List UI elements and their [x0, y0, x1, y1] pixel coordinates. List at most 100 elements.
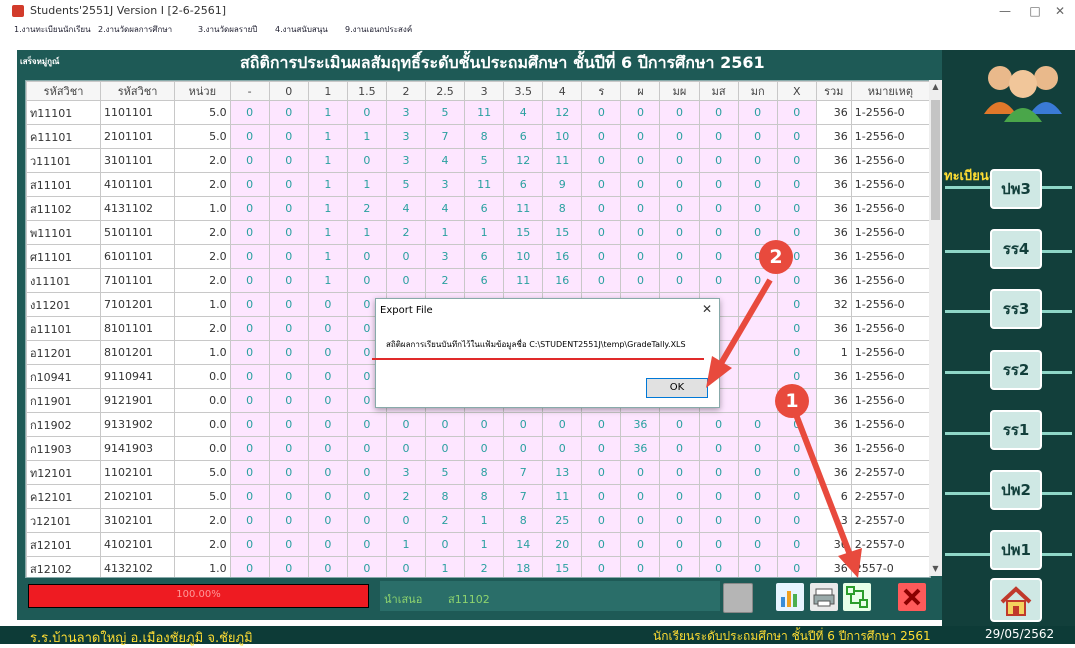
table-cell: ก11903 [26, 436, 102, 461]
table-cell: 0 [620, 196, 661, 221]
table-cell: 0 [737, 436, 778, 461]
footer-info: นักเรียนระดับประถมศึกษา ชั้นปีที่ 6 ปีกา… [653, 629, 931, 643]
table-row[interactable]: ส12102 4132102 1.0 0 0 0 0 0 1 2 18 15 0 0 0 0 0 0 36 2557-… [26, 556, 930, 577]
table-cell: 2.0 [174, 268, 231, 293]
chart-button[interactable] [776, 583, 804, 611]
table-cell: 12 [542, 100, 583, 125]
table-cell: 0 [346, 532, 387, 557]
table-cell: 0 [620, 556, 661, 577]
table-cell: 0 [229, 100, 270, 125]
sidebar-button-pp2[interactable]: ปพ2 [990, 470, 1042, 510]
table-cell: 0 [385, 244, 427, 269]
home-button[interactable] [990, 578, 1042, 622]
table-cell: 15 [542, 220, 583, 245]
table-cell: 1-2556-0 [850, 340, 930, 365]
table-cell: 13 [542, 460, 583, 485]
dialog-close-button[interactable]: ✕ [699, 301, 715, 317]
table-row[interactable]: ค11101 2101101 5.0 0 0 1 1 3 7 8 6 10 0 0 0 0 0 0 36 1-2556… [26, 124, 930, 149]
scroll-up-icon[interactable]: ▲ [929, 82, 942, 91]
table-cell: 7101101 [100, 268, 176, 293]
table-cell: 1-2556-0 [850, 436, 930, 461]
table-cell: 0 [268, 532, 309, 557]
print-button[interactable] [810, 583, 838, 611]
close-button[interactable] [898, 583, 926, 611]
table-cell: 36 [815, 148, 852, 173]
table-cell: พ11101 [26, 220, 102, 245]
table-cell: 0 [737, 460, 778, 485]
table-cell: 2 [425, 268, 466, 293]
vertical-scrollbar[interactable]: ▲ ▼ [929, 80, 942, 576]
scroll-down-icon[interactable]: ▼ [929, 564, 942, 573]
table-cell: 7 [503, 460, 544, 485]
table-cell: 6 [503, 172, 544, 197]
menu-support[interactable]: 4.งานสนับสนุน [275, 23, 328, 36]
table-cell: 0 [229, 196, 270, 221]
table-cell: 0 [698, 148, 739, 173]
table-cell: 1-2556-0 [850, 124, 930, 149]
table-cell: 0 [620, 484, 661, 509]
table-cell: 11 [503, 196, 544, 221]
table-cell: 2 [464, 556, 505, 577]
table-cell: 5 [425, 460, 466, 485]
table-row[interactable]: ค12101 2102101 5.0 0 0 0 0 2 8 8 7 11 0 0 0 0 0 0 6 2-2557-… [26, 484, 930, 509]
dialog-ok-button[interactable]: OK [646, 378, 708, 398]
table-cell: 0 [307, 316, 348, 341]
column-header: 3 [464, 81, 505, 101]
table-cell: 0 [229, 460, 270, 485]
table-cell: 20 [542, 532, 583, 557]
table-cell: 1 [464, 532, 505, 557]
table-row[interactable]: ศ11101 6101101 2.0 0 0 1 0 0 3 6 10 16 0 0 0 0 0 0 36 1-255… [26, 244, 930, 269]
table-cell: 0 [229, 172, 270, 197]
table-cell: 9 [542, 172, 583, 197]
column-header: 4 [542, 81, 583, 101]
table-row[interactable]: ง11101 7101101 2.0 0 0 1 0 0 2 6 11 16 0 0 0 0 0 0 36 1-255… [26, 268, 930, 293]
table-cell: 0 [659, 412, 700, 437]
menu-assessment[interactable]: 2.งานวัดผลการศึกษา [98, 23, 172, 36]
scroll-thumb[interactable] [931, 100, 940, 220]
table-row[interactable]: ว11101 3101101 2.0 0 0 1 0 3 4 5 12 11 0 0 0 0 0 0 36 1-255… [26, 148, 930, 173]
close-window-button[interactable]: ✕ [1045, 2, 1075, 20]
table-cell: 0 [268, 388, 309, 413]
sidebar-button-rr4[interactable]: รร4 [990, 229, 1042, 269]
table-row[interactable]: ว12101 3102101 2.0 0 0 0 0 0 2 1 8 25 0 0 0 0 0 0 3 2-2557-… [26, 508, 930, 533]
menu-yearly[interactable]: 3.งานวัดผลรายปี [198, 23, 257, 36]
export-button[interactable] [843, 583, 871, 611]
minimize-button[interactable]: — [990, 2, 1020, 20]
table-cell: 7101201 [100, 292, 176, 317]
table-cell: 1 [464, 508, 505, 533]
table-cell: ก11901 [26, 388, 102, 413]
table-row[interactable]: ส11102 4131102 1.0 0 0 1 2 4 4 6 11 8 0 0 0 0 0 0 36 1-2556… [26, 196, 930, 221]
table-cell: 0 [542, 412, 583, 437]
table-cell: 5.0 [174, 100, 231, 125]
column-header: 1 [307, 81, 348, 101]
sidebar-button-rr1[interactable]: รร1 [990, 410, 1042, 450]
table-row[interactable]: ส11101 4101101 2.0 0 0 1 1 5 3 11 6 9 0 0 0 0 0 0 36 1-2556… [26, 172, 930, 197]
table-cell: 0 [659, 148, 700, 173]
sidebar-button-rr3[interactable]: รร3 [990, 289, 1042, 329]
presenter-panel [380, 581, 720, 611]
sidebar-button-pp1[interactable]: ปพ1 [990, 530, 1042, 570]
sidebar-button-pp3[interactable]: ปพ3 [990, 169, 1042, 209]
table-cell: 1.0 [174, 292, 231, 317]
table-cell: 0 [229, 292, 270, 317]
table-cell: 0 [581, 532, 622, 557]
blank-button[interactable] [723, 583, 753, 613]
table-row[interactable]: ก11903 9141903 0.0 0 0 0 0 0 0 0 0 0 0 36 0 0 0 0 36 1-2556… [26, 436, 930, 461]
menu-misc[interactable]: 9.งานเอนกประสงค์ [345, 23, 412, 36]
table-cell: อ11201 [26, 340, 102, 365]
table-cell: 8101201 [100, 340, 176, 365]
table-cell: 0 [346, 436, 387, 461]
column-header: หน่วย [174, 81, 231, 101]
table-cell: 0 [659, 220, 700, 245]
table-cell: 5 [464, 148, 505, 173]
table-row[interactable]: พ11101 5101101 2.0 0 0 1 1 2 1 1 15 15 0 0 0 0 0 0 36 1-255… [26, 220, 930, 245]
table-row[interactable]: ท11101 1101101 5.0 0 0 1 0 3 5 11 4 12 0 0 0 0 0 0 36 1-255… [26, 100, 930, 125]
table-cell: 0 [581, 124, 622, 149]
sidebar-button-rr2[interactable]: รร2 [990, 350, 1042, 390]
table-cell: 0 [659, 172, 700, 197]
table-row[interactable]: ท12101 1102101 5.0 0 0 0 0 3 5 8 7 13 0 0 0 0 0 0 36 2-2557… [26, 460, 930, 485]
table-row[interactable]: ส12101 4102101 2.0 0 0 0 0 1 0 1 14 20 0 0 0 0 0 0 36 2-255… [26, 532, 930, 557]
table-cell: 0 [229, 436, 270, 461]
menu-registration[interactable]: 1.งานทะเบียนนักเรียน [14, 23, 91, 36]
table-cell: 1-2556-0 [850, 316, 930, 341]
